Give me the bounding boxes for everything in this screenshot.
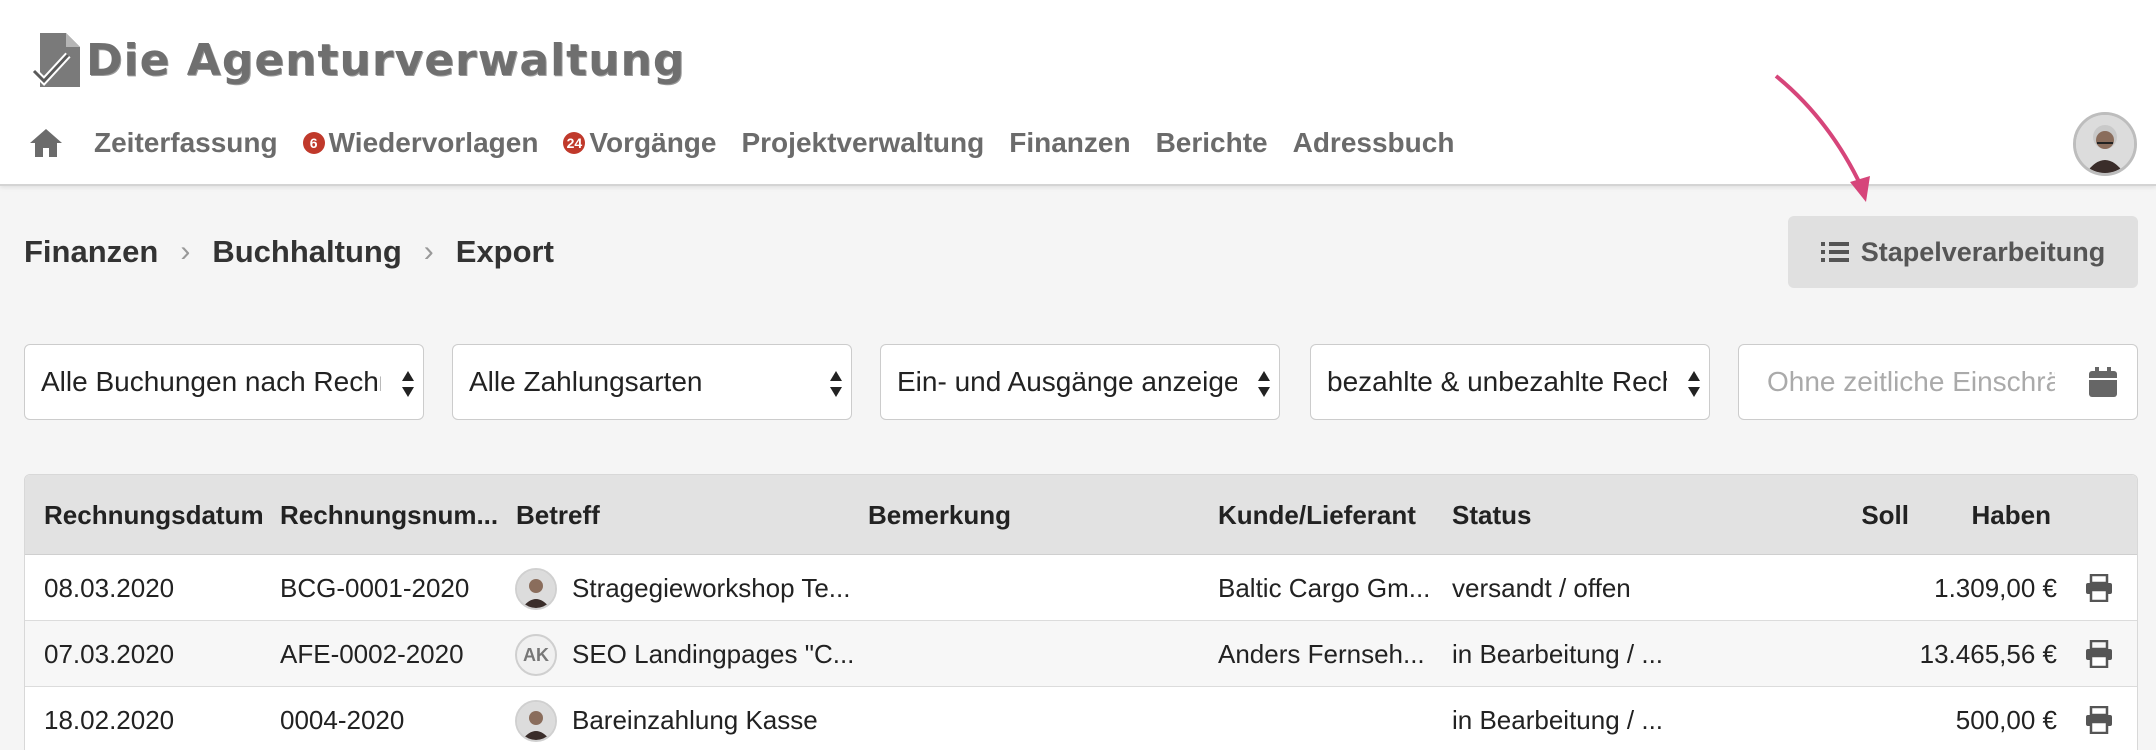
initials-avatar: AK [515,634,557,676]
table-row[interactable]: 18.02.2020 0004-2020 Bareinzahlung Kasse… [25,687,2137,750]
breadcrumb-buchhaltung[interactable]: Buchhaltung [212,234,401,270]
cell-soll [1805,555,1909,621]
col-status[interactable]: Status [1452,475,1531,555]
logo-icon [31,33,80,87]
cell-number: AFE-0002-2020 [280,639,464,669]
col-bemerkung[interactable]: Bemerkung [868,475,1011,555]
user-portrait-icon [517,570,555,608]
user-avatar[interactable] [2073,112,2137,176]
booking-filter-select[interactable]: Alle Buchungen nach Rechnungsdatum [24,344,424,420]
col-rechnungsnummer[interactable]: Rechnungsnum... [280,475,498,555]
nav-badge-count: 6 [302,132,325,154]
breadcrumb: Finanzen › Buchhaltung › Export [24,230,554,274]
nav-label: Zeiterfassung [94,127,278,158]
nav-item-wiedervorlagen[interactable]: 6 Wiedervorlagen [302,127,539,159]
select-arrows-icon [830,371,842,397]
cell-number: 0004-2020 [280,705,405,735]
cell-number: BCG-0001-2020 [280,573,470,603]
cell-subject: Bareinzahlung Kasse [572,705,818,735]
booking-filter-value: Alle Buchungen nach Rechnungsdatum [41,366,381,397]
table-row[interactable]: 08.03.2020 BCG-0001-2020 Stragegieworksh… [25,555,2137,621]
col-haben[interactable]: Haben [1925,475,2051,555]
nav-label: Vorgänge [589,127,717,158]
paid-filter-select[interactable]: bezahlte & unbezahlte Rechnungen [1310,344,1710,420]
table-row[interactable]: 07.03.2020 AFE-0002-2020 AK SEO Landingp… [25,621,2137,687]
nav-label: Wiedervorlagen [328,127,539,158]
list-icon [1820,242,1849,262]
cell-customer: Baltic Cargo Gm... [1218,573,1431,603]
brand-title: Die Agenturverwaltung [86,34,686,86]
nav-item-vorgaenge[interactable]: 24 Vorgänge [563,127,716,159]
cell-customer: Anders Fernseh... [1218,639,1425,669]
cell-status: in Bearbeitung / ... [1452,705,1664,735]
nav-label: Berichte [1155,127,1268,158]
cell-haben: 1.309,00 € [1934,573,2057,603]
cell-haben: 13.465,56 € [1919,639,2057,669]
table-header: Rechnungsdatum Rechnungsnum... Betreff B… [25,475,2137,555]
direction-filter-select[interactable]: Ein- und Ausgänge anzeigen [880,344,1280,420]
payment-filter-value: Alle Zahlungsarten [469,366,703,397]
nav-badge-count: 24 [563,132,586,154]
select-arrows-icon [1258,371,1270,397]
calendar-icon[interactable] [2089,367,2117,397]
breadcrumb-finanzen[interactable]: Finanzen [24,234,158,270]
nav-label: Adressbuch [1292,127,1455,158]
cell-haben: 500,00 € [1955,705,2057,735]
paid-filter-value: bezahlte & unbezahlte Rechnungen [1327,366,1667,397]
select-arrows-icon [1688,371,1700,397]
cell-date: 07.03.2020 [44,639,175,669]
brand-logo[interactable]: Die Agenturverwaltung [30,28,685,92]
main-nav: Zeiterfassung 6 Wiedervorlagen 24 Vorgän… [28,118,1479,168]
export-table: Rechnungsdatum Rechnungsnum... Betreff B… [24,474,2138,750]
cell-soll [1805,621,1909,687]
nav-item-adressbuch[interactable]: Adressbuch [1293,127,1455,159]
annotation-arrow-icon [1774,74,1870,202]
col-kunde-lieferant[interactable]: Kunde/Lieferant [1218,475,1416,555]
col-betreff[interactable]: Betreff [516,475,600,555]
col-soll[interactable]: Soll [1805,475,1909,555]
user-portrait-icon [2076,115,2134,173]
cell-date: 18.02.2020 [44,705,175,735]
payment-filter-select[interactable]: Alle Zahlungsarten [452,344,852,420]
cell-soll [1805,687,1909,750]
chevron-right-icon: › [180,235,191,268]
print-icon[interactable] [2085,640,2113,668]
date-range-placeholder: Ohne zeitliche Einschränkung [1767,366,2055,397]
home-icon[interactable] [28,126,64,160]
print-icon[interactable] [2085,574,2113,602]
nav-item-berichte[interactable]: Berichte [1156,127,1268,159]
select-arrows-icon [402,371,414,397]
nav-label: Finanzen [1009,127,1131,158]
print-icon[interactable] [2085,706,2113,734]
cell-subject: Stragegieworkshop Te... [572,573,851,603]
batch-processing-label: Stapelverarbeitung [1860,236,2106,267]
breadcrumb-export: Export [455,234,554,269]
user-avatar-small [515,568,557,610]
nav-item-finanzen[interactable]: Finanzen [1009,127,1130,159]
batch-processing-button[interactable]: Stapelverarbeitung [1788,216,2138,288]
date-range-input[interactable]: Ohne zeitliche Einschränkung [1738,344,2138,420]
chevron-right-icon: › [423,235,434,268]
user-portrait-icon [517,702,555,740]
direction-filter-value: Ein- und Ausgänge anzeigen [897,366,1237,397]
nav-item-projektverwaltung[interactable]: Projektverwaltung [741,127,984,159]
cell-subject: SEO Landingpages "C... [572,639,855,669]
nav-label: Projektverwaltung [741,127,985,158]
col-rechnungsdatum[interactable]: Rechnungsdatum [44,475,264,555]
cell-status: in Bearbeitung / ... [1452,639,1664,669]
cell-date: 08.03.2020 [44,573,175,603]
user-avatar-small [515,700,557,742]
cell-status: versandt / offen [1452,573,1631,603]
nav-item-zeiterfassung[interactable]: Zeiterfassung [94,127,278,159]
